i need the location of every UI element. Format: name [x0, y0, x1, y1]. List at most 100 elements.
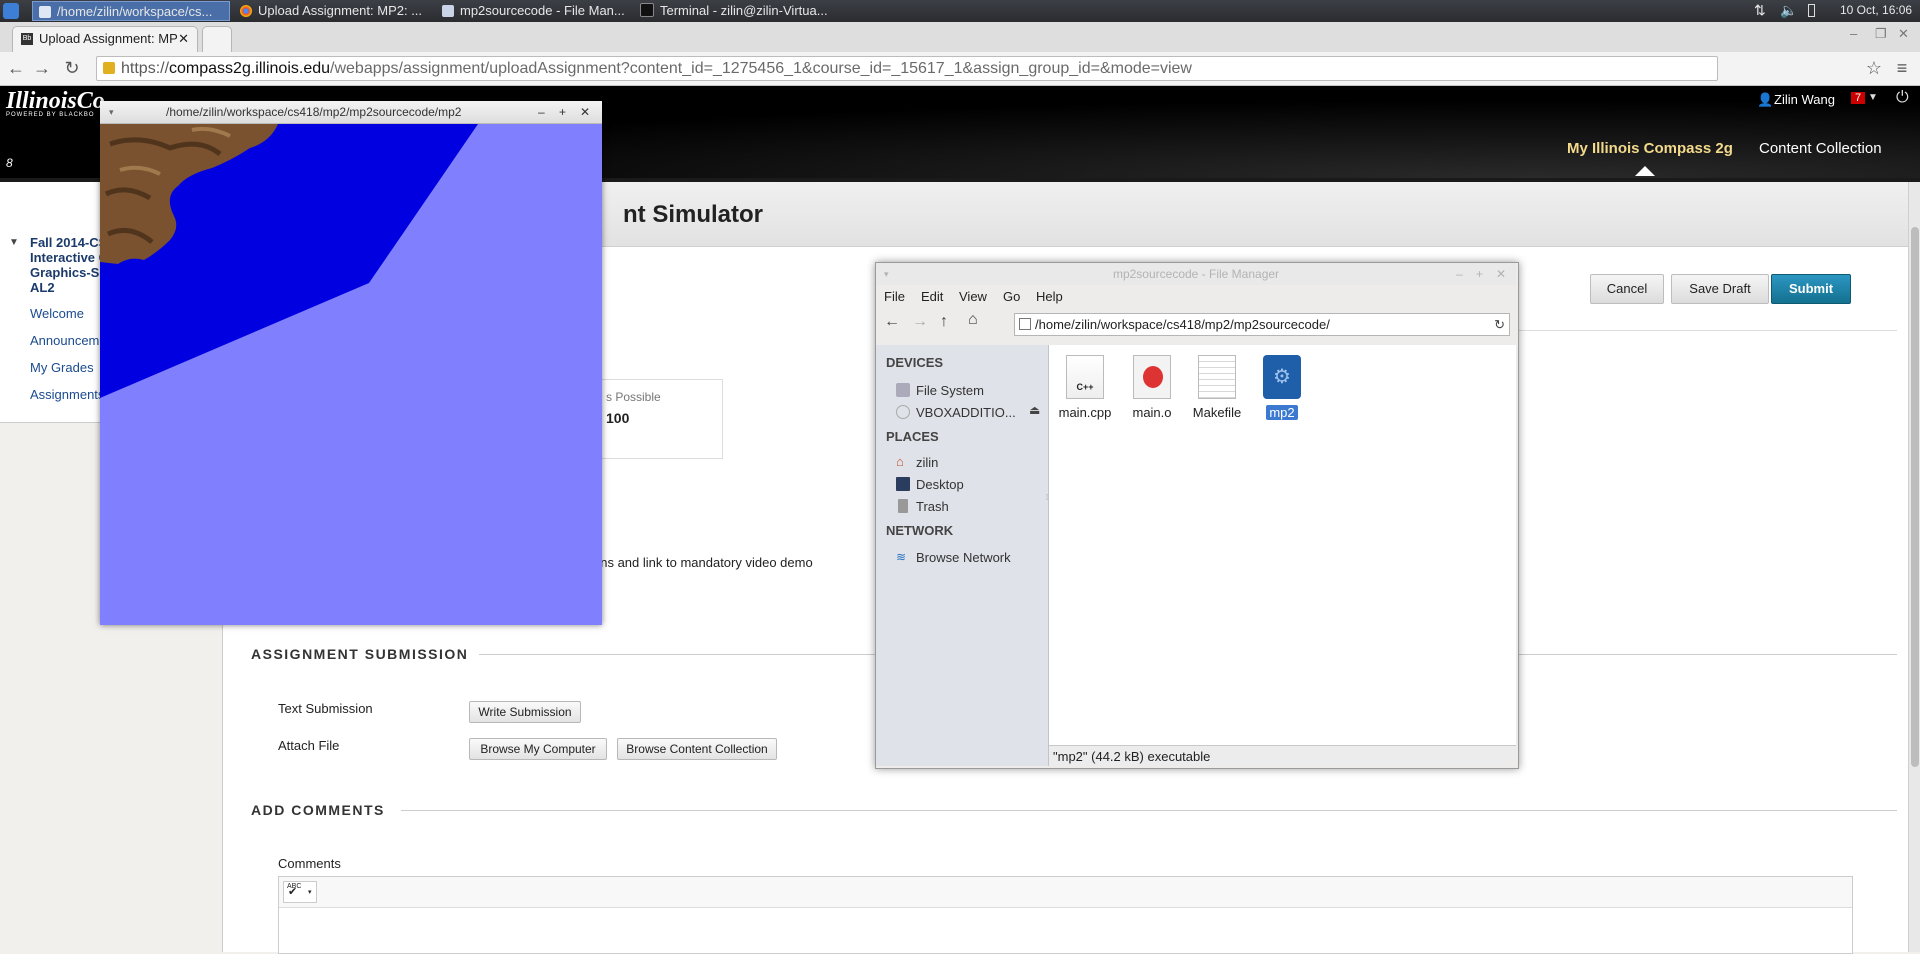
scrollbar-thumb[interactable] — [1911, 227, 1919, 767]
comments-editor[interactable]: ABC ✔ ▾ — [278, 876, 1853, 954]
file-list: C++ main.cpp main.o Makefile ⚙ mp2 — [1049, 345, 1516, 745]
menu-item-grades[interactable]: My Grades — [30, 360, 94, 375]
bookmark-star-icon[interactable]: ☆ — [1864, 58, 1884, 78]
menu-view[interactable]: View — [959, 289, 987, 304]
back-arrow-icon[interactable]: ← — [884, 313, 900, 331]
file-manager-titlebar[interactable]: mp2sourcecode - File Manager ▾ – + ✕ — [876, 263, 1516, 285]
clock[interactable]: 10 Oct, 16:06 — [1840, 3, 1912, 17]
address-bar[interactable]: https://compass2g.illinois.edu/webapps/a… — [96, 56, 1718, 81]
browse-content-collection-button[interactable]: Browse Content Collection — [617, 738, 777, 760]
file-item[interactable]: C++ main.cpp — [1055, 355, 1115, 420]
pane-resize-handle[interactable]: ⁞ — [1046, 493, 1048, 502]
network-icon[interactable]: ⇅ — [1754, 2, 1766, 19]
chevron-down-icon[interactable]: ▼ — [1868, 92, 1878, 103]
tab-content-collection[interactable]: Content Collection — [1759, 140, 1882, 157]
sidebar-item-vbox[interactable]: VBOXADDITIO... — [916, 405, 1016, 420]
course-title[interactable]: Fall 2014-CS Interactive C Graphics-Se A… — [30, 235, 108, 295]
browse-my-computer-button[interactable]: Browse My Computer — [469, 738, 607, 760]
minimize-icon[interactable]: – — [1456, 263, 1463, 285]
forward-arrow-icon[interactable]: → — [912, 313, 928, 331]
path-bar[interactable]: /home/zilin/workspace/cs418/mp2/mp2sourc… — [1014, 313, 1510, 336]
close-icon[interactable]: ✕ — [1496, 263, 1506, 285]
tab-my-illinois[interactable]: My Illinois Compass 2g — [1567, 140, 1733, 157]
back-icon[interactable]: ← — [6, 58, 26, 78]
up-arrow-icon[interactable]: ↑ — [940, 313, 948, 331]
menu-item-assignments[interactable]: Assignments — [30, 387, 104, 402]
task-terminal[interactable]: Terminal - zilin@zilin-Virtua... — [634, 1, 856, 21]
object-file-icon — [1133, 355, 1171, 399]
text-file-icon — [1198, 355, 1236, 399]
task-file-manager[interactable]: mp2sourcecode - File Man... — [436, 1, 644, 21]
sidebar-item-desktop[interactable]: Desktop — [916, 477, 964, 492]
sidebar-item-filesystem[interactable]: File System — [916, 383, 984, 398]
task-gl-window[interactable]: /home/zilin/workspace/cs... — [32, 1, 230, 21]
url-scheme: https:// — [121, 60, 170, 77]
menu-edit[interactable]: Edit — [921, 289, 943, 304]
menu-item-welcome[interactable]: Welcome — [30, 306, 84, 321]
blackboard-favicon: Bb — [21, 33, 33, 45]
window-restore-icon[interactable]: ❐ — [1875, 26, 1887, 42]
page-title: nt Simulator — [623, 201, 764, 228]
path-text: /home/zilin/workspace/cs418/mp2/mp2sourc… — [1035, 317, 1330, 332]
browser-toolbar: ← → ↻ https://compass2g.illinois.edu/web… — [0, 52, 1920, 86]
edit-mode-icon[interactable]: 8 — [6, 156, 13, 170]
eject-icon[interactable]: ⏏ — [1029, 403, 1040, 417]
cancel-button[interactable]: Cancel — [1590, 274, 1664, 304]
disc-icon — [896, 405, 910, 419]
volume-icon[interactable]: 🔈 — [1780, 2, 1797, 19]
sidebar-item-home[interactable]: zilin — [916, 455, 938, 470]
points-value: 100 — [606, 410, 630, 426]
chrome-menu-icon[interactable]: ≡ — [1892, 58, 1912, 78]
file-manager-title: mp2sourcecode - File Manager — [1112, 267, 1280, 281]
menu-help[interactable]: Help — [1036, 289, 1063, 304]
file-item[interactable]: main.o — [1122, 355, 1182, 420]
minimize-icon[interactable]: – — [538, 101, 545, 123]
sidebar-item-browse-network[interactable]: Browse Network — [916, 550, 1011, 565]
menu-go[interactable]: Go — [1003, 289, 1020, 304]
reload-icon[interactable]: ↻ — [62, 58, 82, 78]
menu-file[interactable]: File — [884, 289, 905, 304]
logo[interactable]: IllinoisCo POWERED BY BLACKBO — [6, 88, 105, 118]
editor-toolbar — [279, 877, 1852, 908]
gl-window[interactable]: ▾ /home/zilin/workspace/cs418/mp2/mp2sou… — [100, 101, 602, 625]
page-scrollbar[interactable] — [1908, 182, 1920, 952]
refresh-icon[interactable]: ↻ — [1494, 314, 1505, 335]
file-name: mp2 — [1252, 405, 1312, 420]
trash-icon — [898, 499, 908, 513]
forward-icon[interactable]: → — [32, 58, 52, 78]
maximize-icon[interactable]: + — [559, 101, 566, 123]
sidebar-item-trash[interactable]: Trash — [916, 499, 949, 514]
file-item[interactable]: Makefile — [1187, 355, 1247, 420]
new-tab-button[interactable] — [202, 26, 232, 52]
home-icon[interactable]: ⌂ — [968, 311, 978, 329]
write-submission-button[interactable]: Write Submission — [469, 701, 581, 723]
browser-tab-active[interactable]: Bb Upload Assignment: MP ✕ — [12, 26, 198, 52]
battery-icon[interactable] — [1808, 4, 1815, 17]
tab-close-icon[interactable]: ✕ — [178, 27, 189, 51]
spellcheck-button[interactable]: ABC ✔ ▾ — [283, 881, 317, 903]
instructions-text: ons and link to mandatory video demo — [593, 555, 813, 570]
close-icon[interactable]: ✕ — [580, 101, 590, 123]
menu-item-announcements[interactable]: Announceme — [30, 333, 107, 348]
window-icon — [39, 6, 51, 18]
task-label: Terminal - zilin@zilin-Virtua... — [660, 3, 828, 18]
file-item-selected[interactable]: ⚙ mp2 — [1252, 355, 1312, 420]
window-menu-icon[interactable]: ▾ — [884, 263, 889, 285]
collapse-triangle-icon[interactable]: ▼ — [9, 237, 19, 248]
window-minimize-icon[interactable]: – — [1850, 26, 1857, 41]
task-browser[interactable]: Upload Assignment: MP2: ... — [234, 1, 446, 21]
submit-button[interactable]: Submit — [1771, 274, 1851, 304]
top-divider — [1517, 330, 1897, 331]
gl-window-title: /home/zilin/workspace/cs418/mp2/mp2sourc… — [166, 105, 462, 119]
app-menu-icon[interactable] — [3, 3, 19, 19]
power-icon[interactable]: ⏻ — [1896, 89, 1909, 107]
file-manager-window[interactable]: mp2sourcecode - File Manager ▾ – + ✕ Fil… — [875, 262, 1519, 769]
save-draft-button[interactable]: Save Draft — [1671, 274, 1769, 304]
window-menu-icon[interactable]: ▾ — [109, 101, 114, 123]
notification-badge[interactable]: 7 — [1851, 92, 1866, 104]
window-close-icon[interactable]: ✕ — [1898, 26, 1909, 42]
user-name[interactable]: Zilin Wang — [1774, 92, 1835, 107]
gl-window-titlebar[interactable]: ▾ /home/zilin/workspace/cs418/mp2/mp2sou… — [100, 101, 602, 124]
course-title-line: Graphics-Se — [30, 265, 107, 280]
maximize-icon[interactable]: + — [1476, 263, 1483, 285]
